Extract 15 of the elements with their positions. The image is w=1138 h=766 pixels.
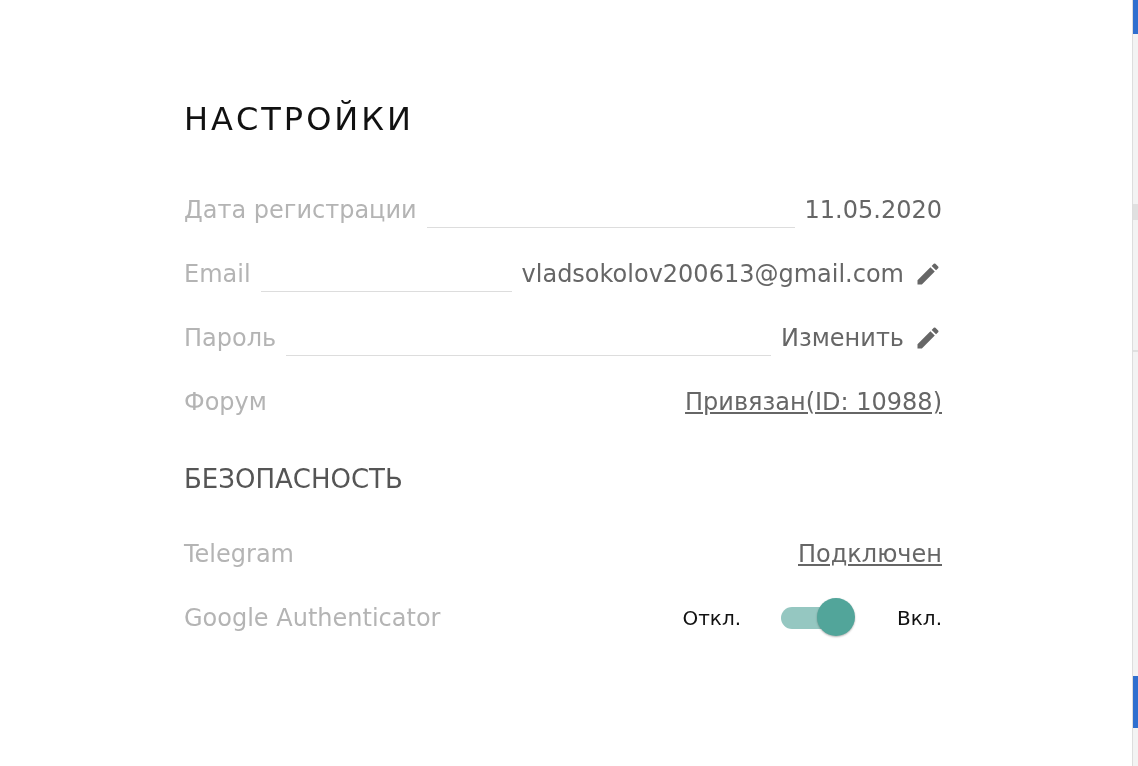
field-link[interactable]: Привязан(ID: 10988)	[685, 388, 942, 416]
on-label: Вкл.	[897, 606, 942, 630]
section-heading: БЕЗОПАСНОСТЬ	[184, 464, 403, 494]
field-value: 11.05.2020	[804, 196, 942, 224]
field-label: Email	[184, 260, 251, 288]
field-label: Пароль	[184, 324, 277, 352]
field-value: vladsokolov200613@gmail.com	[521, 260, 904, 288]
field-value: Изменить	[781, 324, 904, 352]
field-label: Дата регистрации	[184, 196, 417, 224]
field-label: Форум	[184, 388, 267, 416]
field-link[interactable]: Подключен	[798, 540, 942, 568]
off-label: Откл.	[682, 606, 742, 630]
field-label: Google Authenticator	[184, 604, 441, 632]
panel-title: НАСТРОЙКИ	[184, 100, 414, 138]
field-label: Telegram	[184, 540, 294, 568]
